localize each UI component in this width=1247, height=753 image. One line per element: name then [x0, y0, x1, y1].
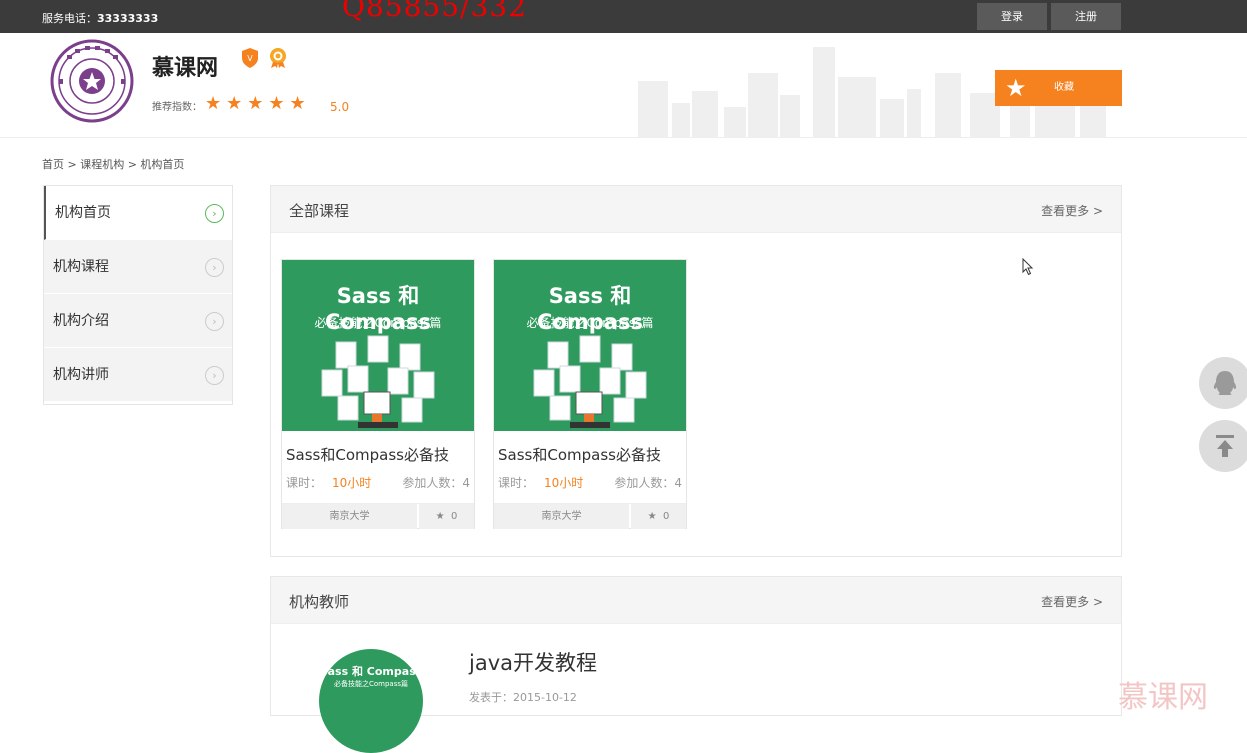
- all-courses-panel: 全部课程 查看更多 > Sass 和 Compass 必备技能之Compass篇…: [270, 185, 1122, 557]
- phone-label: 服务电话：: [42, 12, 97, 25]
- hours-label: 课时：: [498, 476, 535, 490]
- course-hours: 课时： 10小时: [286, 474, 371, 491]
- service-phone: 服务电话：33333333: [42, 10, 158, 26]
- gold-medal-icon: [270, 48, 286, 68]
- hours-value: 10小时: [544, 476, 584, 490]
- view-more-link[interactable]: 查看更多 >: [1041, 593, 1103, 610]
- mouse-cursor-icon: [1022, 258, 1034, 276]
- qq-chat-button[interactable]: [1199, 357, 1247, 409]
- qq-icon: [1213, 371, 1237, 395]
- panel-title: 全部课程: [289, 202, 350, 220]
- rating-value: 5.0: [330, 100, 350, 114]
- course-card[interactable]: Sass 和 Compass 必备技能之Compass篇 Sass和Compas…: [281, 259, 475, 529]
- org-logo: [50, 39, 134, 123]
- sidebar-item-label: 机构介绍: [53, 313, 109, 329]
- sidebar-item-label: 机构首页: [55, 205, 111, 221]
- register-button[interactable]: 注册: [1051, 3, 1121, 30]
- arrow-up-icon: [1216, 435, 1234, 457]
- panel-header: 全部课程 查看更多 >: [271, 186, 1121, 233]
- back-to-top-button[interactable]: [1199, 420, 1247, 472]
- favorite-button[interactable]: ★ 收藏: [995, 70, 1122, 106]
- documents-illustration: [533, 335, 647, 428]
- panel-title: 机构教师: [289, 593, 350, 611]
- org-name: 慕课网: [152, 56, 219, 81]
- avatar-subtitle: 必备技能之Compass篇: [333, 680, 409, 688]
- chevron-right-icon: ›: [205, 258, 224, 277]
- course-footer: 南京大学 ★ 0: [282, 503, 474, 529]
- rating-stars: ★★★★★: [205, 93, 311, 114]
- login-button[interactable]: 登录: [977, 3, 1047, 30]
- chevron-right-icon: ›: [205, 204, 224, 223]
- course-name: Sass和Compass必备技: [498, 446, 661, 464]
- star-icon: ★: [1005, 74, 1027, 102]
- teachers-panel: 机构教师 查看更多 > Sass 和 Compass 必备技能之Compass篇…: [270, 576, 1122, 753]
- corner-brand-logo: 慕课网: [1118, 680, 1208, 715]
- star-icon: ★: [647, 511, 657, 522]
- course-name: Sass和Compass必备技: [286, 446, 449, 464]
- chevron-right-icon: ›: [205, 366, 224, 385]
- teacher-avatar[interactable]: Sass 和 Compass 必备技能之Compass篇: [319, 649, 423, 753]
- svg-text:V: V: [247, 54, 253, 63]
- course-hours: 课时： 10小时: [498, 474, 583, 491]
- school-name: 南京大学: [494, 504, 629, 529]
- favorite-count[interactable]: ★ 0: [631, 504, 686, 529]
- sidebar-item-teachers[interactable]: 机构讲师 ›: [44, 348, 232, 402]
- top-bar: 服务电话：33333333 Q85855/332 登录 注册: [0, 0, 1247, 33]
- watermark-text: Q85855/332: [342, 0, 527, 23]
- rating-label: 推荐指数：: [152, 102, 202, 113]
- sidebar-item-label: 机构课程: [53, 259, 109, 275]
- enroll-count: 参加人数：4: [614, 476, 682, 490]
- hours-label: 课时：: [286, 476, 323, 490]
- sidebar-item-courses[interactable]: 机构课程 ›: [44, 240, 232, 294]
- avatar-title: Sass 和 Compass: [319, 665, 423, 678]
- favorite-count[interactable]: ★ 0: [419, 504, 474, 529]
- chevron-right-icon: ›: [205, 312, 224, 331]
- course-cover-image: Sass 和 Compass 必备技能之Compass篇: [282, 260, 474, 431]
- sidebar-item-home[interactable]: 机构首页 ›: [44, 186, 232, 240]
- sidebar-nav: 机构首页 › 机构课程 › 机构介绍 › 机构讲师 ›: [43, 185, 233, 405]
- favorite-count-value: 0: [662, 511, 670, 522]
- enroll-count: 参加人数：4: [402, 476, 470, 490]
- sidebar-item-intro[interactable]: 机构介绍 ›: [44, 294, 232, 348]
- favorite-label: 收藏: [1054, 82, 1074, 93]
- verified-badge-icon: V: [242, 48, 258, 68]
- documents-illustration: [321, 335, 435, 428]
- hours-value: 10小时: [332, 476, 372, 490]
- course-card[interactable]: Sass 和 Compass 必备技能之Compass篇 Sass和Compas…: [493, 259, 687, 529]
- star-icon: ★: [435, 511, 445, 522]
- sidebar-item-label: 机构讲师: [53, 367, 109, 383]
- breadcrumb: 首页 > 课程机构 > 机构首页: [42, 158, 185, 171]
- cover-subtitle: 必备技能之Compass篇: [314, 316, 442, 330]
- org-header: 慕课网 V 推荐指数： ★★★★★ 5.0 ★ 收藏: [0, 33, 1247, 138]
- school-name: 南京大学: [282, 504, 417, 529]
- panel-header: 机构教师 查看更多 >: [271, 577, 1121, 624]
- favorite-count-value: 0: [450, 511, 458, 522]
- course-footer: 南京大学 ★ 0: [494, 503, 686, 529]
- cover-subtitle: 必备技能之Compass篇: [526, 316, 654, 330]
- publish-date: 发表于：2015-10-12: [469, 691, 577, 704]
- course-cover-image: Sass 和 Compass 必备技能之Compass篇: [494, 260, 686, 431]
- phone-number: 33333333: [97, 12, 159, 25]
- teacher-course-title[interactable]: java开发教程: [469, 647, 597, 677]
- view-more-link[interactable]: 查看更多 >: [1041, 202, 1103, 219]
